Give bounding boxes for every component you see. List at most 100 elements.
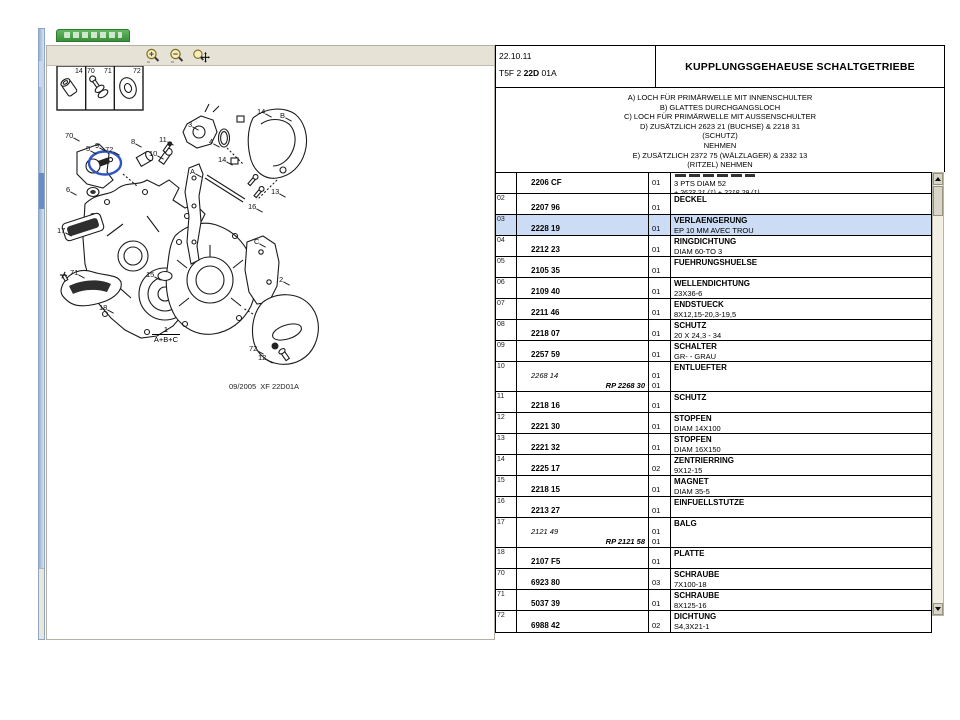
scroll-down-button[interactable] [933,603,943,615]
part-number-label[interactable]: C [254,238,259,246]
table-row[interactable]: 2206 CF013 PTS DIAM 52+ 2623 21 (1) + 22… [496,173,931,194]
part-number-label[interactable]: 14 [257,108,265,116]
app-window: 705972811103414B14A1316617C7118152721214… [0,0,960,720]
part-number-label[interactable]: 72 [249,345,257,353]
thumbnail-number-label: 70 [87,68,95,75]
part-number-label[interactable]: 15 [146,271,154,279]
table-row[interactable]: 032228 1901VERLAENGERUNGEP 10 MM AVEC TR… [496,215,931,236]
table-row[interactable]: 102268 14RP 2268 300101ENTLUEFTER [496,362,931,392]
part-number-label[interactable]: 5 [86,145,90,153]
table-cell: 2212 23 [517,236,649,256]
table-row[interactable]: 182107 F501PLATTE [496,548,931,569]
part-number-label[interactable]: 4 [209,138,213,146]
table-cell: 5037 39 [517,590,649,610]
table-cell: 0101 [649,362,671,391]
scroll-down-icon [935,607,941,611]
part-number-label[interactable]: 10 [149,150,157,158]
splitter-foot [39,568,44,639]
part-number-label[interactable]: 8 [131,138,135,146]
table-cell: 06 [496,278,517,298]
table-cell: 01 [649,392,671,412]
table-cell: 2221 32 [517,434,649,454]
table-cell: BALG [671,518,931,547]
table-row[interactable]: 062109 4001WELLENDICHTUNG23X36-6 [496,278,931,299]
table-row[interactable]: 072211 4601ENDSTUECK8X12,15-20,3-19,5 [496,299,931,320]
table-cell: 72 [496,611,517,632]
part-number-label[interactable]: 6 [66,186,70,194]
part-number-label[interactable]: 3 [188,121,192,129]
table-row[interactable]: 022207 9601DECKEL [496,194,931,215]
part-number-label[interactable]: 11 [159,136,167,144]
splitter-thumb[interactable] [39,173,44,209]
part-number-label[interactable]: 12 [258,354,266,362]
splitter-notch [39,61,44,87]
table-cell: 04 [496,236,517,256]
table-row[interactable]: 162213 2701EINFUELLSTUTZE [496,497,931,518]
table-row[interactable]: 152218 1501MAGNETDIAM 35-5 [496,476,931,497]
pan-icon[interactable] [193,48,210,64]
table-row[interactable]: 142225 1702ZENTRIERRING9X12-15 [496,455,931,476]
fraction-top: 1 [152,325,180,335]
green-tab-button[interactable] [56,29,130,42]
part-number-label[interactable]: 72 [105,146,113,154]
table-row[interactable]: 132221 3201STOPFENDIAM 16X150 [496,434,931,455]
part-number-label[interactable]: 16 [248,203,256,211]
zoom-out-icon[interactable] [169,48,186,64]
table-cell: EINFUELLSTUTZE [671,497,931,517]
part-number-label[interactable]: 14 [218,156,226,164]
table-row[interactable]: 172121 49RP 2121 580101BALG [496,518,931,548]
table-cell: 01 [649,413,671,433]
part-number-label[interactable]: 17 [57,227,65,235]
table-cell: ZENTRIERRING9X12-15 [671,455,931,475]
table-cell: 71 [496,590,517,610]
table-cell: 01 [649,257,671,277]
table-cell: 2268 14RP 2268 30 [517,362,649,391]
header-code-cell: 22.10.11 T5F 2 22D 01A [496,46,656,87]
table-row[interactable]: 122221 3001STOPFENDIAM 14X100 [496,413,931,434]
table-cell: 09 [496,341,517,361]
part-number-label[interactable]: 9 [95,142,99,150]
part-number-label[interactable]: A [190,168,195,176]
table-row[interactable]: 092257 5901SCHALTERGR- - GRAU [496,341,931,362]
part-number-label[interactable]: 13 [271,188,279,196]
table-cell: 2218 16 [517,392,649,412]
table-cell: 05 [496,257,517,277]
part-number-label[interactable]: 71 [70,269,78,277]
table-row[interactable]: 726988 4202DICHTUNGS4,3X21-1 [496,611,931,632]
table-row[interactable]: 042212 2301RINGDICHTUNGDIAM 60-TO 3 [496,236,931,257]
table-cell: 3 PTS DIAM 52+ 2623 21 (1) + 2218 29 (1) [671,173,931,193]
table-scrollbar[interactable] [932,172,944,616]
table-cell: 17 [496,518,517,547]
table-cell: 2107 F5 [517,548,649,568]
table-row[interactable]: 112218 1601SCHUTZ [496,392,931,413]
thumbnail-number-label: 14 [75,68,83,75]
table-cell: 07 [496,299,517,319]
part-number-label[interactable]: 18 [99,304,107,312]
table-cell: 12 [496,413,517,433]
table-row[interactable]: 082218 0701SCHUTZ20 X 24,3 - 34 [496,320,931,341]
table-cell: PLATTE [671,548,931,568]
table-row[interactable]: 052105 3501FUEHRUNGSHUELSE [496,257,931,278]
scroll-up-button[interactable] [933,173,943,185]
table-row[interactable]: 715037 3901SCHRAUBE8X125-16 [496,590,931,611]
table-cell: 2218 07 [517,320,649,340]
part-number-label[interactable]: 2 [279,276,283,284]
table-cell: 13 [496,434,517,454]
left-splitter[interactable] [38,28,45,640]
table-cell [496,173,517,193]
table-cell: 2121 49RP 2121 58 [517,518,649,547]
table-cell: 11 [496,392,517,412]
scrollbar-thumb[interactable] [933,186,943,216]
table-cell: FUEHRUNGSHUELSE [671,257,931,277]
table-cell: STOPFENDIAM 16X150 [671,434,931,454]
part-number-label[interactable]: B [280,112,285,120]
table-cell: 2257 59 [517,341,649,361]
part-number-label[interactable]: 70 [65,132,73,140]
zoom-in-icon[interactable] [145,48,162,64]
table-cell: 02 [496,194,517,214]
table-cell: 01 [649,236,671,256]
table-cell: 03 [649,569,671,589]
table-row[interactable]: 706923 8003SCHRAUBE7X100-18 [496,569,931,590]
table-cell: 02 [649,455,671,475]
diagram-panel: 705972811103414B14A1316617C7118152721214… [46,45,495,640]
